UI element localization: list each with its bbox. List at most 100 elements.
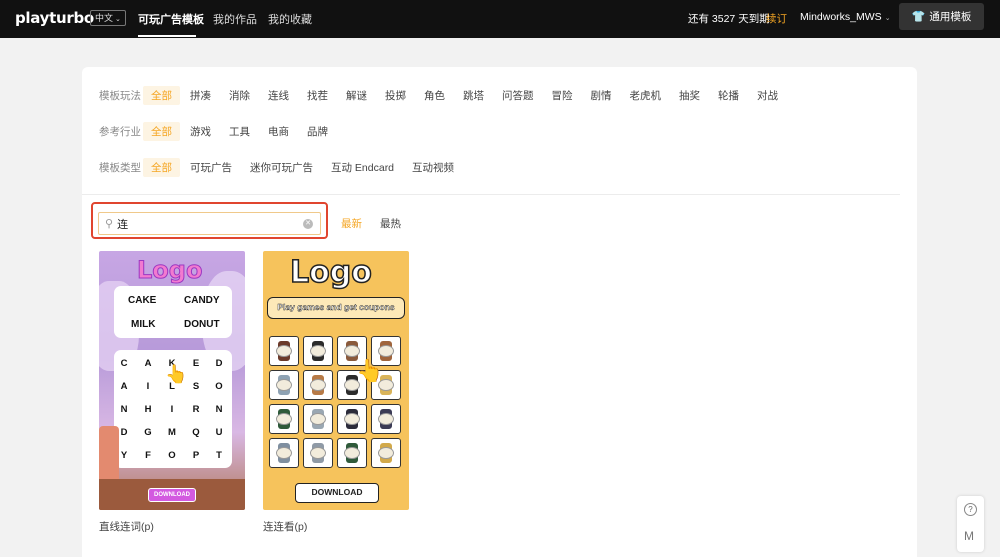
letter-cell: G (144, 427, 152, 438)
gameplay-chip[interactable]: 拼凑 (182, 86, 219, 105)
gameplay-chip[interactable]: 剧情 (583, 86, 620, 105)
gameplay-chip[interactable]: 解谜 (338, 86, 375, 105)
template-gallery-card: 模板玩法 全部 拼凑 消除 连线 找茬 解谜 投掷 角色 跳塔 问答题 冒险 剧… (82, 67, 917, 557)
watch-tile (303, 438, 333, 468)
template-logo: Logo (136, 256, 203, 285)
watch-icon (344, 409, 360, 429)
template-thumbnail-link-match[interactable]: Logo Play games and get coupons 👆 DOWNLO… (263, 251, 409, 510)
template-download-button: DOWNLOAD (295, 483, 379, 503)
letter-cell: R (192, 404, 200, 415)
account-menu[interactable]: Mindworks_MWS ⌄ (800, 11, 891, 23)
sort-newest[interactable]: 最新 (341, 216, 362, 231)
help-question-icon[interactable]: ? (964, 503, 977, 516)
gameplay-chip[interactable]: 冒险 (544, 86, 581, 105)
letter-cell: O (168, 450, 176, 461)
language-label: 中文 (95, 13, 114, 23)
gameplay-chip[interactable]: 轮播 (710, 86, 747, 105)
template-caption[interactable]: 连连看(p) (263, 519, 307, 534)
subscription-expiry: 还有 3527 天到期 (688, 13, 770, 25)
pointing-hand-icon: 👆 (356, 358, 384, 383)
gameplay-chip[interactable]: 投掷 (377, 86, 414, 105)
gameplay-chip[interactable]: 连线 (260, 86, 297, 105)
watch-tile (371, 438, 401, 468)
template-logo: Logo (289, 254, 372, 291)
clear-icon[interactable]: ✕ (303, 219, 313, 229)
shirt-icon: 👕 (911, 11, 926, 23)
pointing-hand-icon: 👆 (165, 364, 188, 384)
template-thumbnail-word-search[interactable]: Logo CAKE CANDY MILK DONUT C A K E D A I… (99, 251, 245, 510)
type-chip[interactable]: 迷你可玩广告 (242, 158, 321, 177)
gameplay-chip[interactable]: 消除 (221, 86, 258, 105)
renew-link[interactable]: 续订 (766, 11, 787, 26)
watch-icon (310, 409, 326, 429)
general-templates-button[interactable]: 👕 通用模板 (899, 3, 984, 30)
chevron-down-icon: ⌄ (884, 15, 891, 22)
letter-cell: Q (192, 427, 200, 438)
gameplay-chip[interactable]: 找茬 (299, 86, 336, 105)
industry-chip[interactable]: 电商 (260, 122, 297, 141)
chevron-down-icon: ⌄ (115, 16, 121, 23)
letter-cell: F (145, 450, 151, 461)
industry-chip[interactable]: 品牌 (299, 122, 336, 141)
nav-my-works[interactable]: 我的作品 (213, 11, 257, 27)
watch-icon (276, 375, 292, 395)
watch-tile (269, 404, 299, 434)
word-item: MILK (131, 319, 156, 330)
industry-filter-row: 参考行业 全部 游戏 工具 电商 品牌 (99, 121, 338, 141)
watch-icon (276, 409, 292, 429)
watch-tile (269, 336, 299, 366)
gameplay-chip[interactable]: 抽奖 (671, 86, 708, 105)
letter-cell: M (168, 427, 176, 438)
watch-tile (337, 404, 367, 434)
gameplay-chip[interactable]: 对战 (749, 86, 786, 105)
gameplay-chip[interactable]: 问答题 (494, 86, 542, 105)
word-item: CAKE (128, 295, 157, 306)
type-chip[interactable]: 可玩广告 (182, 158, 240, 177)
gameplay-chip[interactable]: 跳塔 (455, 86, 492, 105)
top-navigation-bar: playturbo 中文 ⌄ 可玩广告模板 我的作品 我的收藏 还有 3527 天… (0, 0, 1000, 38)
letter-cell: C (120, 358, 128, 369)
type-chip[interactable]: 互动 Endcard (323, 158, 402, 177)
watch-tile (303, 370, 333, 400)
industry-chip-all[interactable]: 全部 (143, 121, 180, 141)
letter-cell: E (192, 358, 200, 369)
watch-match-board (269, 336, 402, 470)
template-caption[interactable]: 直线连词(p) (99, 519, 154, 534)
search-field[interactable]: ⚲ ✕ (98, 212, 321, 235)
gameplay-chip[interactable]: 老虎机 (622, 86, 670, 105)
word-item: DONUT (184, 319, 220, 330)
gameplay-chip[interactable]: 角色 (416, 86, 453, 105)
letter-cell: U (215, 427, 223, 438)
letter-cell: Y (120, 450, 128, 461)
letter-cell: A (120, 381, 128, 392)
type-chip-all[interactable]: 全部 (143, 157, 180, 177)
letter-cell: I (170, 404, 174, 415)
gameplay-chip-all[interactable]: 全部 (143, 85, 180, 105)
letter-cell: I (146, 381, 150, 392)
letter-cell: D (120, 427, 128, 438)
nav-playable-templates[interactable]: 可玩广告模板 (138, 11, 204, 27)
letter-cell: T (216, 450, 222, 461)
industry-chip[interactable]: 游戏 (182, 122, 219, 141)
gameplay-filter-row: 模板玩法 全部 拼凑 消除 连线 找茬 解谜 投掷 角色 跳塔 问答题 冒险 剧… (99, 85, 788, 105)
search-input[interactable] (117, 217, 288, 230)
playturbo-logo[interactable]: playturbo (15, 9, 94, 27)
watch-icon (378, 409, 394, 429)
watch-icon (310, 443, 326, 463)
watch-tile (269, 370, 299, 400)
letter-cell: P (192, 450, 200, 461)
word-item: CANDY (184, 295, 220, 306)
letter-cell: N (120, 404, 128, 415)
word-list-panel: CAKE CANDY MILK DONUT (114, 286, 232, 338)
sort-hottest[interactable]: 最热 (380, 216, 401, 231)
watch-icon (378, 443, 394, 463)
language-selector[interactable]: 中文 ⌄ (90, 10, 126, 26)
letter-cell: H (144, 404, 152, 415)
menu-m-icon[interactable]: M (964, 529, 974, 543)
search-icon: ⚲ (105, 218, 114, 230)
letter-cell: O (215, 381, 223, 392)
type-chip[interactable]: 互动视频 (404, 158, 462, 177)
template-download-button: DOWNLOAD (148, 488, 196, 502)
industry-chip[interactable]: 工具 (221, 122, 258, 141)
nav-my-favorites[interactable]: 我的收藏 (268, 11, 312, 27)
